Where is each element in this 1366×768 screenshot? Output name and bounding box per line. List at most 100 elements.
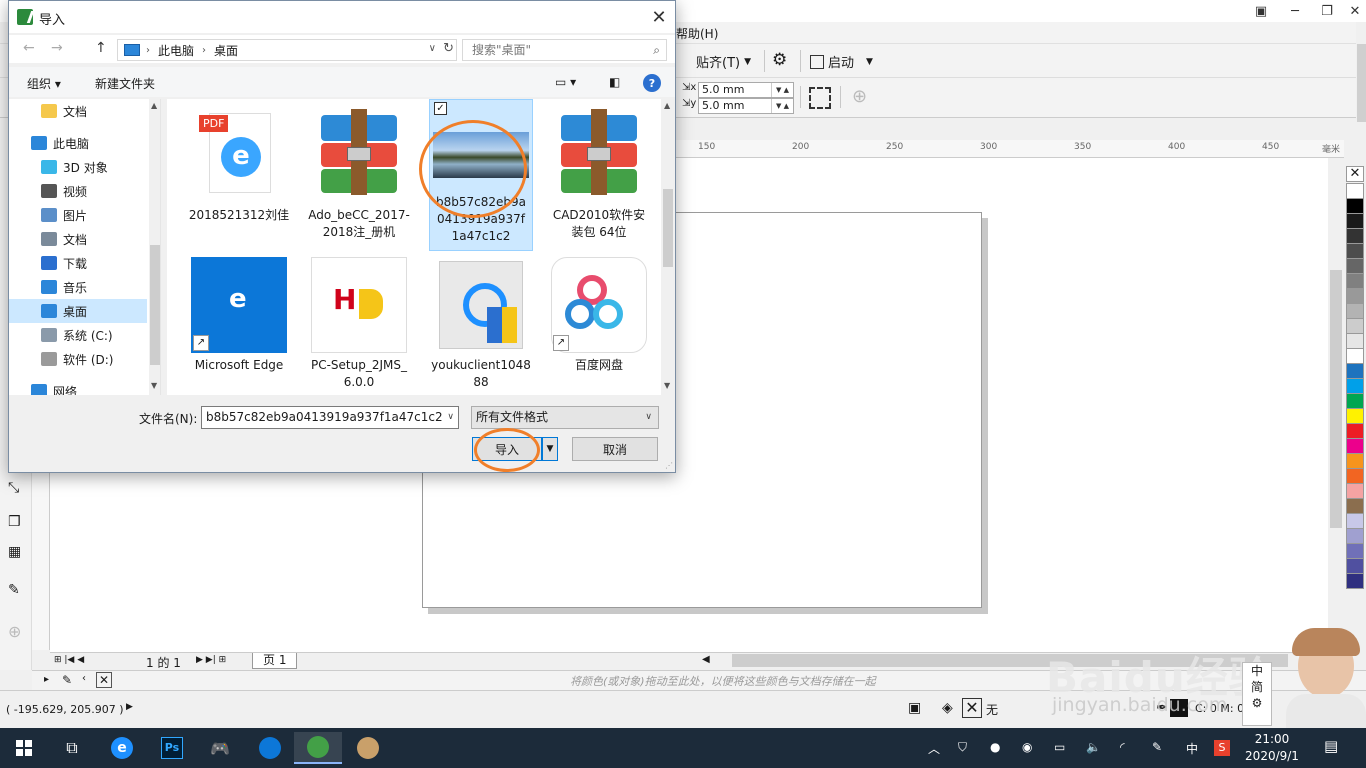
ime-toolbar[interactable]: 中简 ⚙ [1242,662,1272,726]
chevron-down-icon[interactable]: ∨ [447,407,454,428]
hscroll-left-arrow[interactable]: ◀ [702,654,710,665]
coords-arrow-icon[interactable]: ▶ [126,702,133,712]
color-swatch[interactable] [1346,198,1364,214]
organize-button[interactable]: 组织 ▾ [27,75,61,92]
color-swatch[interactable] [1346,543,1364,559]
resize-grip-icon[interactable]: ⋰ [665,461,673,470]
color-swatch[interactable] [1346,363,1364,379]
color-swatch[interactable] [1346,393,1364,409]
address-bar[interactable]: › 此电脑 › 桌面 ∨ ↻ [117,39,457,61]
no-color-swatch[interactable]: ✕ [1346,166,1364,182]
color-swatch[interactable] [1346,243,1364,259]
nav-item[interactable]: 音乐 [9,275,147,299]
color-swatch[interactable] [1346,573,1364,589]
color-swatch[interactable] [1346,183,1364,199]
import-button[interactable]: 导入 [472,437,542,461]
color-swatch[interactable] [1346,468,1364,484]
chevron-down-icon[interactable]: ∨ [429,43,436,54]
file-item-selected[interactable]: ✓ b8b57c82eb9a0413919a937f1a47c1c2 [429,99,533,251]
start-button[interactable] [0,732,48,764]
file-list-scrollbar[interactable]: ▲ ▼ [661,99,675,395]
nav-item[interactable]: 桌面 [9,299,147,323]
photo-app-icon[interactable] [344,732,392,764]
page-nav-next-buttons[interactable]: ▶ ▶| ⊞ [196,655,226,665]
menu-help[interactable]: 帮助(H) [676,25,718,42]
cancel-button[interactable]: 取消 [572,437,658,461]
file-item[interactable]: CAD2010软件安装包 64位 [547,103,651,241]
add-tool-icon[interactable]: ⊕ [8,622,21,641]
color-swatch[interactable] [1346,273,1364,289]
notification-icon[interactable]: ▤ [1324,737,1338,755]
shadow-tool-icon[interactable]: ❒ [8,514,21,530]
color-swatch[interactable] [1346,423,1364,439]
preview-pane-icon[interactable]: ◧ [609,75,620,89]
nav-item[interactable]: 网络 [9,379,147,395]
palette-arrow-icon[interactable]: ▸ [44,674,49,685]
color-swatch[interactable] [1346,513,1364,529]
qq-icon[interactable]: ● [990,740,1000,754]
eyedropper-icon[interactable]: ✎ [62,673,72,687]
wifi-icon[interactable]: ◜ [1120,740,1125,754]
forward-arrow-icon[interactable]: → [51,40,63,56]
ie-icon[interactable]: e [98,732,146,764]
nudge-x-input[interactable]: 5.0 mm ▼ ▲ [698,82,794,98]
nav-item[interactable]: 视频 [9,179,147,203]
nudge-y-input[interactable]: 5.0 mm ▼ ▲ [698,98,794,114]
breadcrumb-desktop[interactable]: 桌面 [214,42,238,59]
volume-icon[interactable]: 🔈 [1086,740,1101,754]
sogou-icon[interactable]: S [1214,740,1230,756]
minimize-button[interactable]: ─ [1278,0,1312,22]
color-swatch[interactable] [1346,303,1364,319]
checkbox-icon[interactable]: ✓ [434,102,447,115]
color-swatch[interactable] [1346,453,1364,469]
color-swatch[interactable] [1346,438,1364,454]
color-swatch[interactable] [1346,333,1364,349]
task-view-icon[interactable]: ⧉ [48,732,96,764]
nav-item[interactable]: 3D 对象 [9,155,147,179]
edge-icon[interactable] [246,732,294,764]
ime-indicator[interactable]: 中 [1186,740,1198,757]
transparency-tool-icon[interactable]: ▦ [8,544,21,560]
color-palette[interactable] [1346,183,1366,654]
color-swatch[interactable] [1346,558,1364,574]
color-proof-icon[interactable]: ▣ [908,700,921,716]
no-color-icon[interactable]: ✕ [96,672,112,688]
color-swatch[interactable] [1346,288,1364,304]
nav-pane-scrollbar[interactable]: ▲ ▼ [149,99,160,395]
color-swatch[interactable] [1346,528,1364,544]
nav-item[interactable]: 下载 [9,251,147,275]
profile-icon[interactable]: ▣ [1244,0,1278,22]
file-item[interactable]: ↗ 百度网盘 [547,253,651,374]
photoshop-icon[interactable]: Ps [148,732,196,764]
nav-item[interactable]: 图片 [9,203,147,227]
file-item[interactable]: e PDF 2018521312刘佳 [187,103,291,224]
eyedropper-tool-icon[interactable]: ✎ [8,582,20,598]
color-swatch[interactable] [1346,408,1364,424]
help-icon[interactable]: ? [643,74,661,92]
snap-to-dropdown[interactable]: 贴齐(T) ▼ [696,52,751,71]
close-dialog-button[interactable]: ✕ [643,1,675,33]
file-item[interactable]: Ado_beCC_2017-2018注_册机 [307,103,411,241]
nav-item[interactable]: 文档 [9,99,147,123]
fill-icon[interactable]: ◈ [942,700,953,716]
add-icon[interactable]: ⊕ [852,86,867,107]
game-icon[interactable]: 🎮 [196,732,244,764]
launch-dropdown[interactable]: 启动 ▼ [810,52,873,71]
nav-item[interactable]: 文档 [9,227,147,251]
color-swatch[interactable] [1346,318,1364,334]
close-app-button[interactable]: ✕ [1338,0,1366,22]
file-item[interactable]: youkuclient104888 [429,253,533,391]
gear-icon[interactable]: ⚙ [772,50,787,70]
tray-overflow-icon[interactable]: ︿ [928,740,940,757]
nav-item[interactable]: 系统 (C:) [9,323,147,347]
security-icon[interactable]: ⛉ [958,740,967,755]
browser-tray-icon[interactable]: ◉ [1022,740,1032,754]
page-nav-buttons[interactable]: ⊞ |◀ ◀ [54,655,84,665]
system-clock[interactable]: 21:00 2020/9/1 [1240,731,1304,765]
color-swatch[interactable] [1346,498,1364,514]
canvas-vertical-scrollbar[interactable] [1328,158,1344,652]
color-swatch[interactable] [1346,378,1364,394]
color-swatch[interactable] [1346,483,1364,499]
coreldraw-icon[interactable] [294,732,342,764]
search-input[interactable]: 搜索"桌面" ⌕ [462,39,667,61]
